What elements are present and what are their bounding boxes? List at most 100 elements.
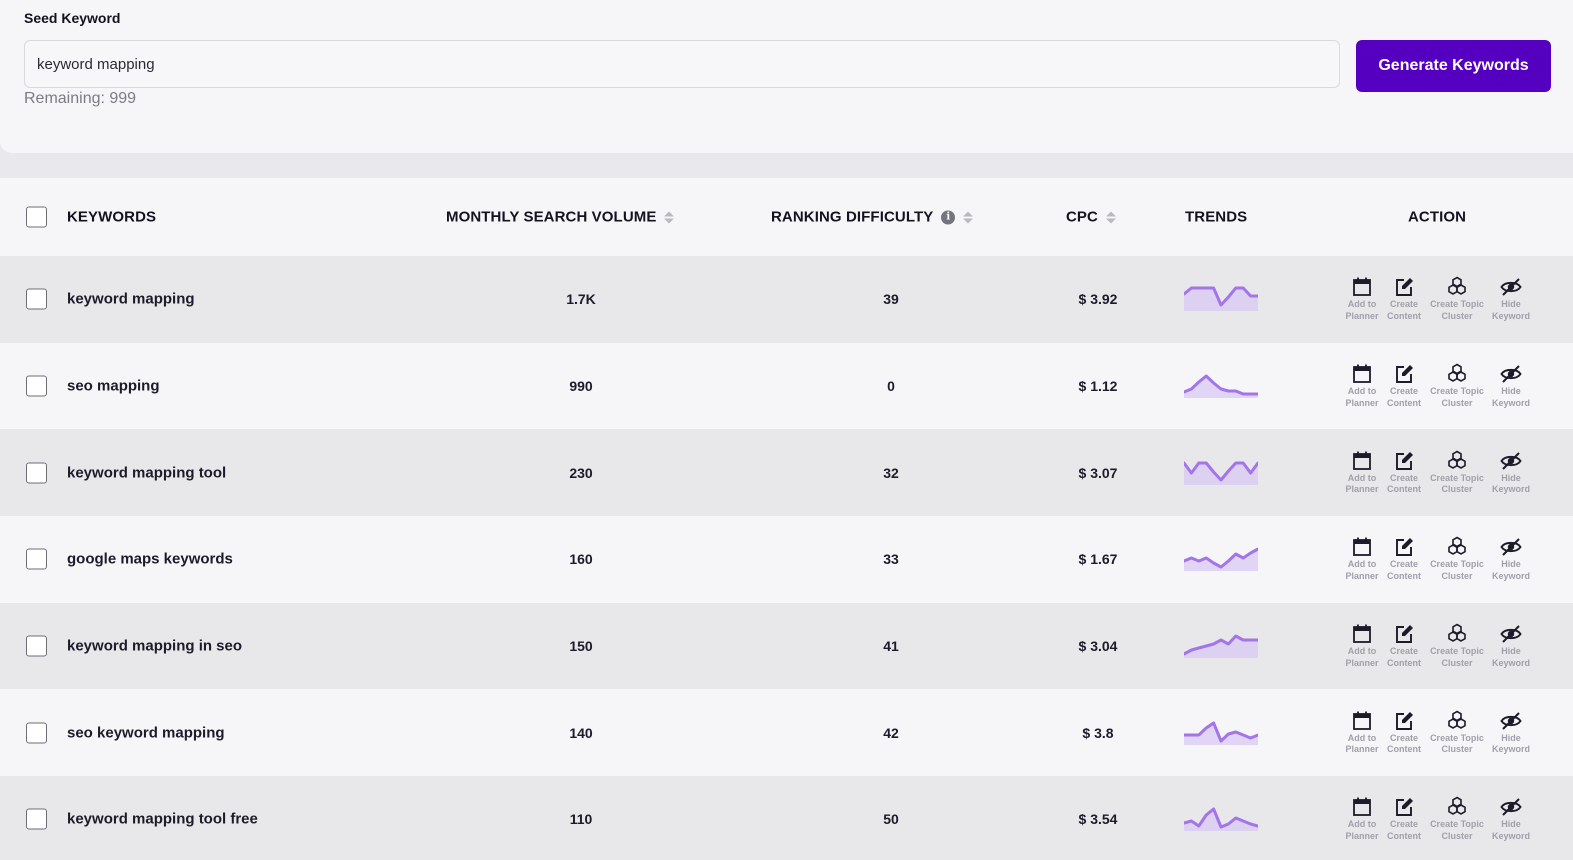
row-checkbox[interactable] [26,288,47,310]
add-to-planner-label: Add to Planner [1345,819,1379,841]
trend-sparkline [1184,374,1258,399]
add-to-planner-button[interactable]: Add to Planner [1339,536,1385,582]
create-topic-cluster-button[interactable]: Create Topic Cluster [1423,363,1491,409]
sort-icon[interactable] [664,211,675,223]
header-cpc[interactable]: CPC [1066,209,1116,226]
edit-icon [1396,451,1413,470]
keyword-text: keyword mapping in seo [67,637,243,655]
cpc-value: $ 3.07 [1078,464,1118,481]
header-action: ACTION [1408,209,1466,226]
cpc-value: $ 3.92 [1078,291,1118,308]
add-to-planner-label: Add to Planner [1345,732,1379,755]
create-content-button[interactable]: Create Content [1385,796,1423,842]
info-icon[interactable]: i [941,210,956,224]
create-content-button[interactable]: Create Content [1385,623,1423,669]
cpc-value: $ 3.54 [1078,811,1118,828]
monthly-search-volume: 110 [569,811,593,828]
table-body: keyword mapping 1.7K 39 $ 3.92 Add to Pl… [0,256,1573,860]
add-to-planner-button[interactable]: Add to Planner [1339,363,1385,409]
hide-keyword-button[interactable]: Hide Keyword [1491,536,1531,582]
edit-icon [1396,711,1413,730]
seed-keyword-input[interactable] [24,40,1340,88]
sort-icon[interactable] [1105,211,1116,223]
calendar-icon [1353,451,1371,470]
header-trends-label: TRENDS [1185,208,1248,226]
edit-icon [1396,365,1413,383]
row-actions: Add to Planner Create Content Create Top… [1339,536,1531,582]
hide-keyword-label: Hide Keyword [1491,386,1530,408]
create-topic-cluster-label: Create Topic Cluster [1430,559,1484,581]
trend-sparkline [1184,461,1258,485]
cpc-value: $ 3.8 [1082,724,1114,741]
add-to-planner-label: Add to Planner [1345,299,1379,321]
row-checkbox[interactable] [26,808,47,830]
select-all-checkbox[interactable] [26,206,47,228]
row-checkbox[interactable] [26,375,47,397]
hexagon-cluster-icon [1448,797,1466,816]
create-topic-cluster-button[interactable]: Create Topic Cluster [1423,536,1491,582]
row-actions: Add to Planner Create Content Create Top… [1339,450,1531,496]
keyword-text: seo keyword mapping [67,724,225,742]
keywords-table: KEYWORDS MONTHLY SEARCH VOLUME RANKING D… [0,178,1573,860]
calendar-icon [1353,277,1371,297]
hide-keyword-label: Hide Keyword [1491,299,1530,321]
hide-keyword-label: Hide Keyword [1491,732,1530,755]
create-content-button[interactable]: Create Content [1385,450,1423,496]
create-content-button[interactable]: Create Content [1385,363,1423,409]
eye-slash-icon [1500,625,1522,643]
eye-slash-icon [1500,365,1522,383]
generate-keywords-button[interactable]: Generate Keywords [1356,40,1551,92]
row-actions: Add to Planner Create Content Create Top… [1339,363,1531,409]
seed-keyword-panel: Seed Keyword Remaining: 999 Generate Key… [0,0,1573,153]
add-to-planner-label: Add to Planner [1345,386,1379,408]
hide-keyword-button[interactable]: Hide Keyword [1491,450,1531,496]
calendar-icon [1353,537,1371,557]
trend-sparkline [1184,807,1258,832]
header-keywords: KEYWORDS [67,209,156,226]
row-actions: Add to Planner Create Content Create Top… [1339,796,1531,842]
header-rd-label: RANKING DIFFICULTY [771,208,934,226]
create-topic-cluster-label: Create Topic Cluster [1430,819,1484,841]
create-topic-cluster-button[interactable]: Create Topic Cluster [1423,276,1491,322]
cpc-value: $ 3.04 [1078,638,1118,655]
eye-slash-icon [1500,798,1522,817]
hexagon-cluster-icon [1448,276,1466,296]
create-content-button[interactable]: Create Content [1385,276,1423,322]
ranking-difficulty: 32 [883,464,899,481]
header-monthly-search-volume[interactable]: MONTHLY SEARCH VOLUME [446,209,675,226]
table-header: KEYWORDS MONTHLY SEARCH VOLUME RANKING D… [0,178,1573,256]
add-to-planner-button[interactable]: Add to Planner [1339,276,1385,322]
calendar-icon [1353,711,1371,730]
hide-keyword-button[interactable]: Hide Keyword [1491,796,1531,842]
calendar-icon [1353,624,1371,643]
create-topic-cluster-button[interactable]: Create Topic Cluster [1423,796,1491,842]
ranking-difficulty: 39 [883,291,899,308]
create-content-button[interactable]: Create Content [1385,536,1423,582]
trend-sparkline [1184,721,1258,745]
add-to-planner-button[interactable]: Add to Planner [1339,710,1385,756]
add-to-planner-button[interactable]: Add to Planner [1339,796,1385,842]
row-checkbox[interactable] [26,462,47,484]
add-to-planner-button[interactable]: Add to Planner [1339,450,1385,496]
add-to-planner-button[interactable]: Add to Planner [1339,623,1385,669]
create-topic-cluster-button[interactable]: Create Topic Cluster [1423,710,1491,756]
table-row: keyword mapping 1.7K 39 $ 3.92 Add to Pl… [0,256,1573,343]
row-checkbox[interactable] [26,722,47,744]
table-row: seo mapping 990 0 $ 1.12 Add to Planner [0,342,1573,430]
hide-keyword-button[interactable]: Hide Keyword [1491,363,1531,409]
sort-icon[interactable] [963,211,974,223]
add-to-planner-label: Add to Planner [1345,559,1379,581]
create-topic-cluster-label: Create Topic Cluster [1430,299,1484,321]
row-checkbox[interactable] [26,548,47,570]
row-checkbox[interactable] [26,635,47,657]
monthly-search-volume: 140 [569,724,593,741]
edit-icon [1396,625,1413,644]
create-topic-cluster-button[interactable]: Create Topic Cluster [1423,623,1491,669]
create-topic-cluster-button[interactable]: Create Topic Cluster [1423,450,1491,496]
monthly-search-volume: 160 [569,551,593,568]
hide-keyword-button[interactable]: Hide Keyword [1491,623,1531,669]
hide-keyword-button[interactable]: Hide Keyword [1491,276,1531,322]
header-ranking-difficulty[interactable]: RANKING DIFFICULTY i [771,208,974,226]
create-content-button[interactable]: Create Content [1385,710,1423,756]
hide-keyword-button[interactable]: Hide Keyword [1491,710,1531,756]
